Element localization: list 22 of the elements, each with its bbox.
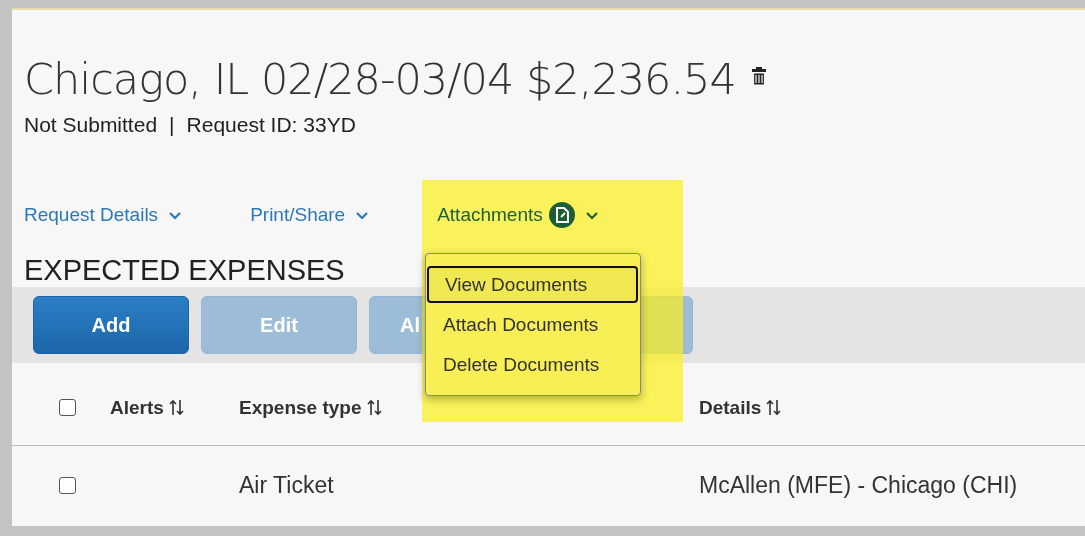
column-header[interactable]: Expense type <box>239 396 362 419</box>
chevron-down-icon <box>355 210 370 220</box>
menu-item[interactable]: Delete Documents <box>427 346 640 383</box>
checkbox[interactable] <box>59 476 76 494</box>
column-header[interactable]: Details <box>699 396 762 419</box>
menu-item[interactable]: Attach Documents <box>427 306 640 343</box>
menu-item[interactable]: View Documents <box>427 266 638 303</box>
checkbox[interactable] <box>59 399 76 416</box>
column-header[interactable]: Alerts <box>110 396 164 419</box>
page-title: Chicago, IL 02/28-03/04 $2,236.54 <box>24 53 736 105</box>
section-heading: EXPECTED EXPENSES <box>24 253 345 288</box>
request-id: Request ID: 33YD <box>186 113 356 137</box>
nav-menu-link[interactable]: Print/Share <box>250 204 370 226</box>
status-text: Not Submitted <box>24 113 158 137</box>
chevron-down-icon <box>168 210 183 220</box>
table-cell: Air Ticket <box>239 471 334 498</box>
nav-menu-link[interactable]: Request Details <box>24 204 183 226</box>
chevron-down-icon <box>584 210 599 220</box>
trash-icon <box>751 67 766 85</box>
separator: | <box>169 113 175 137</box>
table-cell: McAllen (MFE) - Chicago (CHI) <box>699 471 1018 498</box>
toolbar-button[interactable]: Add <box>33 296 189 354</box>
